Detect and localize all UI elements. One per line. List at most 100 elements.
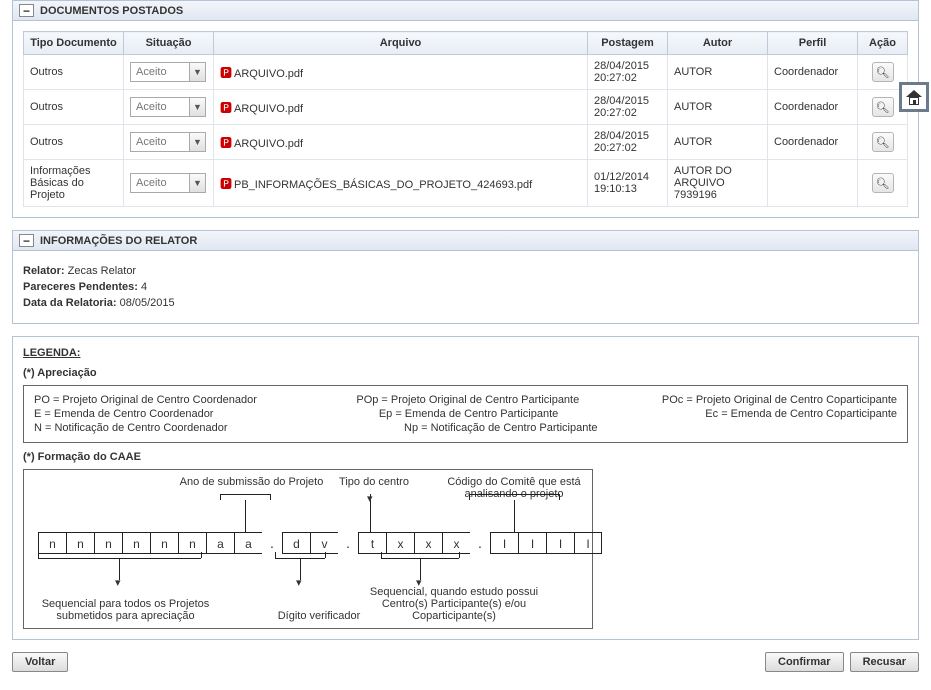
cell-tipo: Outros [24, 90, 124, 125]
caae-cell: a [234, 532, 262, 554]
cell-postagem: 28/04/2015 20:27:02 [588, 90, 668, 125]
table-row: Outros Aceito▼ 🅿︎ARQUIVO.pdf28/04/2015 20:… [24, 90, 908, 125]
magnifier-icon: 🔍︎ [876, 136, 890, 149]
caae-cell: x [386, 532, 414, 554]
panel-documentos-header: − DOCUMENTOS POSTADOS [13, 1, 918, 21]
cell-postagem: 01/12/2014 19:10:13 [588, 160, 668, 207]
caae-cell: v [310, 532, 338, 554]
col-arquivo: Arquivo [214, 32, 588, 55]
caae-cell: I [490, 532, 518, 554]
legend-ec: Ec = Emenda de Centro Coparticipante [705, 408, 897, 420]
col-autor: Autor [668, 32, 768, 55]
caae-cell: n [38, 532, 66, 554]
legend-e: E = Emenda de Centro Coordenador [34, 408, 309, 420]
cell-tipo: Informações Básicas do Projeto [24, 160, 124, 207]
relator-value: Zecas Relator [68, 265, 136, 277]
chevron-down-icon: ▼ [189, 63, 205, 81]
cell-autor: AUTOR [668, 125, 768, 160]
cell-situacao: Aceito▼ [124, 55, 214, 90]
recusar-button[interactable]: Recusar [850, 652, 919, 672]
pdf-icon: 🅿︎ [220, 177, 232, 191]
situacao-select[interactable]: Aceito▼ [130, 132, 206, 152]
panel-relator-title: INFORMAÇÕES DO RELATOR [40, 235, 197, 247]
cell-arquivo[interactable]: 🅿︎ARQUIVO.pdf [214, 125, 588, 160]
caae-label-seqcentro: Sequencial, quando estudo possui Centro(… [354, 586, 554, 622]
cell-acao: 🔍︎ [858, 125, 908, 160]
caae-cell: t [358, 532, 386, 554]
legend-poc: POc = Projeto Original de Centro Coparti… [662, 394, 897, 406]
legend-n: N = Notificação de Centro Coordenador [34, 422, 334, 434]
cell-perfil: Coordenador [768, 55, 858, 90]
table-row: Informações Básicas do Projeto Aceito▼ 🅿︎P… [24, 160, 908, 207]
situacao-select[interactable]: Aceito▼ [130, 62, 206, 82]
data-relatoria-value: 08/05/2015 [120, 297, 175, 309]
collapse-relator-icon[interactable]: − [19, 234, 34, 247]
legend-po: PO = Projeto Original de Centro Coordena… [34, 394, 286, 406]
cell-situacao: Aceito▼ [124, 90, 214, 125]
pendentes-label: Pareceres Pendentes: [23, 281, 138, 293]
panel-relator: − INFORMAÇÕES DO RELATOR Relator: Zecas … [12, 230, 919, 324]
cell-postagem: 28/04/2015 20:27:02 [588, 125, 668, 160]
cell-tipo: Outros [24, 125, 124, 160]
caae-separator: . [470, 532, 490, 554]
caae-title: (*) Formação do CAAE [23, 451, 908, 463]
caae-cell: d [282, 532, 310, 554]
data-relatoria-label: Data da Relatoria: [23, 297, 117, 309]
detail-button[interactable]: 🔍︎ [872, 97, 894, 117]
chevron-down-icon: ▼ [189, 174, 205, 192]
chevron-down-icon: ▼ [189, 133, 205, 151]
caae-cell: n [66, 532, 94, 554]
caae-label-seq: Sequencial para todos os Projetos submet… [38, 598, 213, 622]
documentos-table: Tipo Documento Situação Arquivo Postagem… [23, 31, 908, 207]
collapse-documentos-icon[interactable]: − [19, 4, 34, 17]
magnifier-icon: 🔍︎ [876, 101, 890, 114]
cell-arquivo[interactable]: 🅿︎ARQUIVO.pdf [214, 55, 588, 90]
caae-cell: a [206, 532, 234, 554]
caae-label-codigo: Código do Comitê que está analisando o p… [444, 476, 584, 500]
situacao-select[interactable]: Aceito▼ [130, 97, 206, 117]
col-situacao: Situação [124, 32, 214, 55]
cell-perfil: Coordenador [768, 125, 858, 160]
situacao-select[interactable]: Aceito▼ [130, 173, 206, 193]
detail-button[interactable]: 🔍︎ [872, 132, 894, 152]
legend-ep: Ep = Emenda de Centro Participante [379, 408, 635, 420]
confirmar-button[interactable]: Confirmar [765, 652, 844, 672]
caae-cell: I [518, 532, 546, 554]
cell-postagem: 28/04/2015 20:27:02 [588, 55, 668, 90]
col-tipo: Tipo Documento [24, 32, 124, 55]
caae-cell: n [94, 532, 122, 554]
detail-button[interactable]: 🔍︎ [872, 173, 894, 193]
col-acao: Ação [858, 32, 908, 55]
pendentes-value: 4 [141, 281, 147, 293]
caae-cell: n [178, 532, 206, 554]
magnifier-icon: 🔍︎ [876, 66, 890, 79]
button-row: Voltar Confirmar Recusar [12, 652, 919, 672]
cell-autor: AUTOR [668, 90, 768, 125]
panel-documentos: − DOCUMENTOS POSTADOS Tipo Documento Sit… [12, 0, 919, 218]
cell-arquivo[interactable]: 🅿︎ARQUIVO.pdf [214, 90, 588, 125]
relator-label: Relator: [23, 265, 65, 277]
cell-arquivo[interactable]: 🅿︎PB_INFORMAÇÕES_BÁSICAS_DO_PROJETO_4246… [214, 160, 588, 207]
cell-perfil [768, 160, 858, 207]
cell-autor: AUTOR DO ARQUIVO 7939196 [668, 160, 768, 207]
detail-button[interactable]: 🔍︎ [872, 62, 894, 82]
voltar-button[interactable]: Voltar [12, 652, 68, 672]
apreciacao-title: (*) Apreciação [23, 367, 908, 379]
col-postagem: Postagem [588, 32, 668, 55]
apreciacao-box: PO = Projeto Original de Centro Coordena… [23, 385, 908, 443]
cell-perfil: Coordenador [768, 90, 858, 125]
caae-cell: x [442, 532, 470, 554]
caae-cell: n [150, 532, 178, 554]
caae-separator: . [338, 532, 358, 554]
caae-box: Ano de submissão do Projeto Tipo do cent… [23, 469, 593, 629]
home-icon [906, 90, 922, 105]
cell-autor: AUTOR [668, 55, 768, 90]
chevron-down-icon: ▼ [189, 98, 205, 116]
cell-tipo: Outros [24, 55, 124, 90]
pdf-icon: 🅿︎ [220, 66, 232, 80]
home-button[interactable] [899, 82, 929, 112]
magnifier-icon: 🔍︎ [876, 177, 890, 190]
caae-label-tipo: Tipo do centro [334, 476, 414, 488]
cell-acao: 🔍︎ [858, 160, 908, 207]
panel-documentos-title: DOCUMENTOS POSTADOS [40, 5, 183, 17]
